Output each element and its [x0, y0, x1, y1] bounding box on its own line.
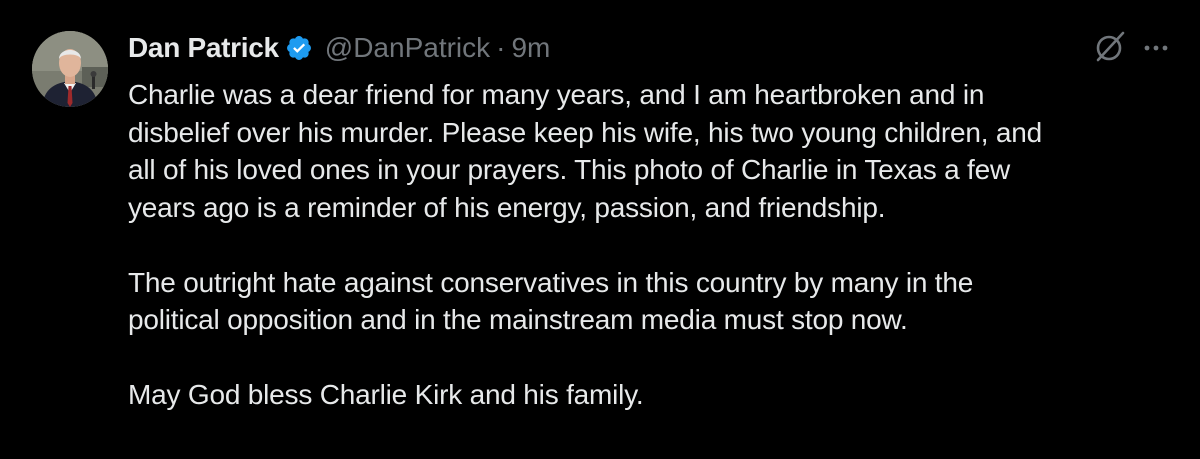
avatar[interactable]: [32, 31, 108, 107]
tweet-line: all of his loved ones in your prayers. T…: [128, 154, 1010, 185]
tweet-line: The outright hate against conservatives …: [128, 266, 974, 298]
avatar-photo: [32, 31, 108, 107]
verified-badge-icon[interactable]: [285, 34, 313, 62]
tweet-header: Dan Patrick @DanPatrick · 9m: [128, 28, 550, 68]
more-horizontal-icon[interactable]: [1142, 34, 1170, 62]
user-handle[interactable]: @DanPatrick: [325, 32, 490, 64]
tweet-line: political opposition and in the mainstre…: [128, 304, 908, 335]
grok-icon[interactable]: [1093, 30, 1127, 64]
tweet-line: years ago is a reminder of his energy, p…: [128, 191, 886, 223]
tweet-card[interactable]: Dan Patrick @DanPatrick · 9m Charlie was…: [0, 0, 1200, 459]
tweet-line: Charlie was a dear friend for many years…: [128, 79, 985, 110]
tweet-line: disbelief over his murder. Please keep h…: [128, 116, 1042, 148]
tweet-line: May God bless Charlie Kirk and his famil…: [128, 379, 644, 410]
tweet-text: Charlie was a dear friend for many years…: [128, 76, 1178, 414]
separator-dot: ·: [496, 32, 506, 63]
timestamp[interactable]: 9m: [511, 32, 550, 64]
display-name[interactable]: Dan Patrick: [128, 32, 279, 64]
